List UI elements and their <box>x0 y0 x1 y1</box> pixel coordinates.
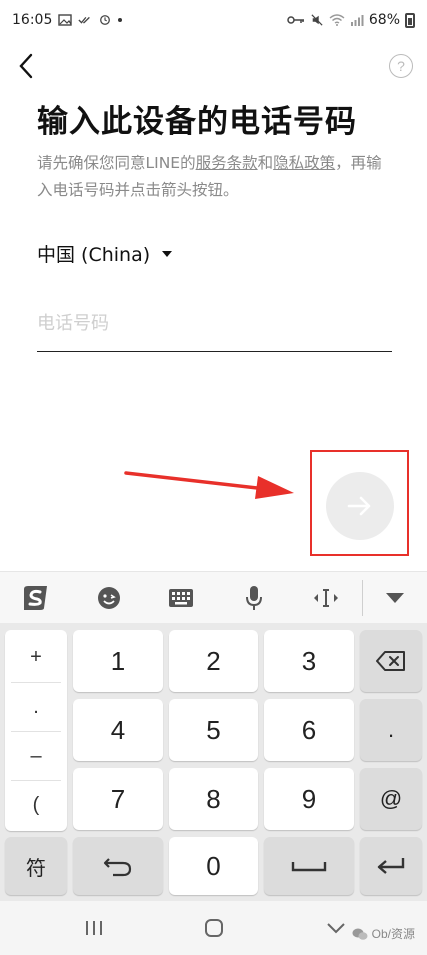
sync-icon <box>100 15 111 25</box>
sogou-logo-icon <box>24 585 48 610</box>
key-symbol-toggle[interactable]: 符 <box>5 837 67 895</box>
home-button[interactable] <box>184 913 244 943</box>
key-space[interactable] <box>264 837 354 895</box>
key-6[interactable]: 6 <box>264 699 354 761</box>
notification-dot-icon <box>118 18 123 22</box>
key-enter[interactable] <box>360 837 422 895</box>
arrow-right-icon <box>347 496 371 516</box>
status-left: 16:05 <box>12 12 123 28</box>
key-plus[interactable]: + <box>9 634 63 680</box>
key-1[interactable]: 1 <box>73 630 163 692</box>
description-text-before: 请先确保您同意LINE的 <box>37 154 196 172</box>
space-icon <box>291 862 327 872</box>
voice-input-button[interactable] <box>217 572 289 624</box>
key-5[interactable]: 5 <box>169 699 258 761</box>
phone-number-input[interactable] <box>37 302 392 352</box>
text-cursor-icon <box>314 588 339 607</box>
keyboard-icon <box>169 588 194 607</box>
annotation-arrow <box>124 471 294 499</box>
double-check-icon <box>78 16 91 24</box>
emoji-button[interactable] <box>72 572 144 624</box>
key-open-paren[interactable]: ( <box>9 782 63 828</box>
wechat-logo-icon <box>352 928 368 940</box>
symbol-divider <box>11 682 61 683</box>
microphone-icon <box>245 585 262 610</box>
keyboard-switch-button[interactable] <box>145 572 217 624</box>
help-button[interactable]: ? <box>389 54 413 78</box>
battery-icon <box>405 12 415 28</box>
numeric-keyboard: + . – ( 1 2 3 4 5 6 . 7 8 9 @ 符 0 <box>0 623 427 901</box>
recent-apps-icon <box>86 921 102 935</box>
terms-of-service-link[interactable]: 服务条款 <box>196 154 258 172</box>
next-arrow-button[interactable] <box>326 472 394 540</box>
key-at[interactable]: @ <box>360 768 422 830</box>
wifi-icon <box>329 14 345 26</box>
cursor-control-button[interactable] <box>290 572 362 624</box>
key-icon <box>287 16 304 24</box>
watermark: Ob/资源 <box>352 925 415 942</box>
symbol-column: + . – ( <box>5 630 67 831</box>
mute-icon <box>311 14 323 26</box>
back-button[interactable] <box>10 50 42 82</box>
caret-down-icon <box>162 250 173 257</box>
symbol-divider <box>11 780 61 781</box>
keyboard-toolbar <box>0 571 427 623</box>
status-bar: 16:05 68% <box>0 0 427 40</box>
signal-icon <box>350 15 364 26</box>
key-dash[interactable]: – <box>9 733 63 779</box>
key-4[interactable]: 4 <box>73 699 163 761</box>
navigation-bar: Ob/资源 <box>0 901 427 955</box>
emoji-icon <box>97 586 120 609</box>
key-dot[interactable]: . <box>360 699 422 761</box>
gallery-icon <box>58 14 73 26</box>
description-text-and: 和 <box>257 154 274 172</box>
watermark-text: Ob/资源 <box>371 927 415 941</box>
triangle-down-icon <box>386 592 405 603</box>
country-selector[interactable]: 中国 (China) <box>37 240 173 267</box>
backspace-icon <box>376 651 405 671</box>
chevron-left-icon <box>19 53 33 79</box>
key-2[interactable]: 2 <box>169 630 258 692</box>
chevron-down-icon <box>327 923 345 934</box>
status-time: 16:05 <box>12 12 53 28</box>
key-undo[interactable] <box>73 837 163 895</box>
enter-icon <box>377 858 405 874</box>
home-icon <box>205 919 223 937</box>
description: 请先确保您同意LINE的服务条款和隐私政策，再输入电话号码并点击箭头按钮。 <box>37 150 397 204</box>
page-title: 输入此设备的电话号码 <box>37 104 357 140</box>
battery-percentage: 68% <box>368 12 400 28</box>
status-right: 68% <box>287 12 415 28</box>
key-3[interactable]: 3 <box>264 630 354 692</box>
key-7[interactable]: 7 <box>73 768 163 830</box>
hide-keyboard-button[interactable] <box>363 572 427 624</box>
key-backspace[interactable] <box>360 630 422 692</box>
key-period-symbol[interactable]: . <box>9 684 63 730</box>
undo-icon <box>103 858 132 877</box>
key-9[interactable]: 9 <box>264 768 354 830</box>
key-0[interactable]: 0 <box>169 837 258 895</box>
country-label: 中国 (China) <box>37 244 151 266</box>
recent-apps-button[interactable] <box>64 913 124 943</box>
key-8[interactable]: 8 <box>169 768 258 830</box>
symbol-divider <box>11 731 61 732</box>
privacy-policy-link[interactable]: 隐私政策 <box>273 154 335 172</box>
sogou-logo-button[interactable] <box>0 572 72 624</box>
